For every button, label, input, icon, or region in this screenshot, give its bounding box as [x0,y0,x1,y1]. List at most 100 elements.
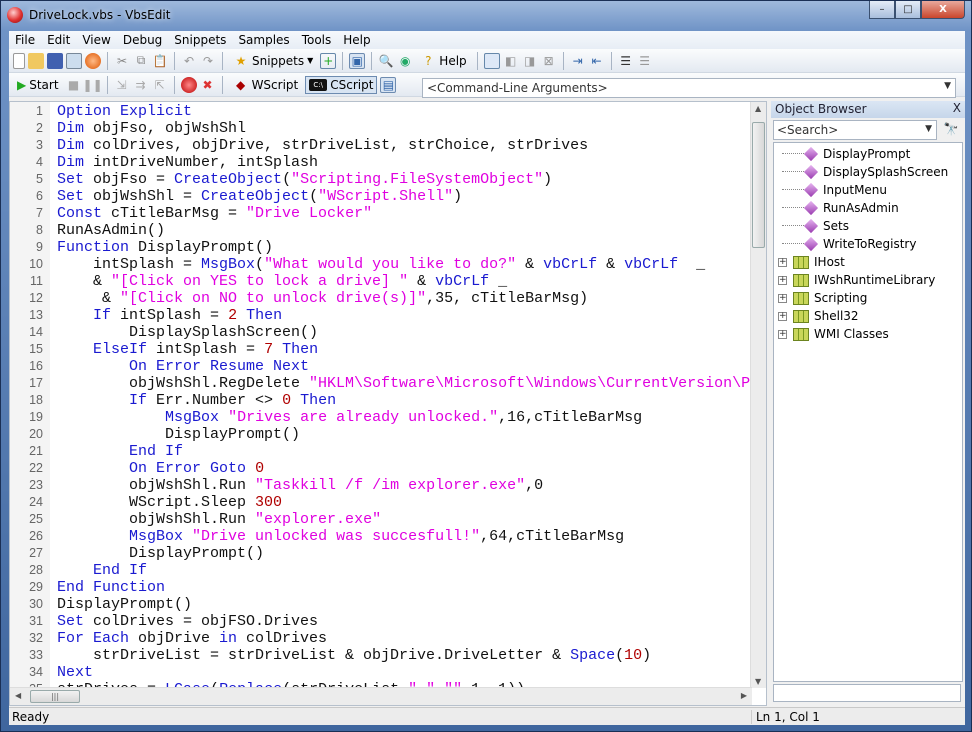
menu-file[interactable]: File [9,33,41,47]
minimize-button[interactable]: – [869,1,895,19]
expand-icon[interactable]: + [778,329,787,339]
code-line[interactable]: 34 Next [10,664,752,681]
code-line[interactable]: 15 ElseIf intSplash = 7 Then [10,341,752,358]
expand-icon[interactable]: + [778,257,787,267]
add-snippet-icon[interactable]: + [320,52,337,69]
code-line[interactable]: 11 & "[Click on YES to lock a drive] " &… [10,273,752,290]
scroll-left-icon[interactable]: ◀ [15,691,21,700]
start-button[interactable]: ▶ Start [13,76,63,94]
vertical-scrollbar[interactable]: ▲ ▼ [750,102,766,688]
code-line[interactable]: 13 If intSplash = 2 Then [10,307,752,324]
redo-icon[interactable]: ↷ [200,53,216,69]
tree-item-method[interactable]: DisplayPrompt [774,145,962,163]
expand-icon[interactable]: + [778,293,787,303]
code-line[interactable]: 29 End Function [10,579,752,596]
expand-icon[interactable]: + [778,311,787,321]
breakpoint-icon[interactable] [180,76,197,93]
binoculars-icon[interactable]: 🔭 [943,121,959,137]
save-icon[interactable] [47,52,63,69]
code-line[interactable]: 5 Set objFso = CreateObject("Scripting.Fi… [10,171,752,188]
stop-icon[interactable]: ■ [66,77,82,93]
vertical-scroll-thumb[interactable] [752,122,765,248]
menu-view[interactable]: View [76,33,116,47]
code-line[interactable]: 1 Option Explicit [10,103,752,120]
bookmark-icon[interactable] [483,52,500,69]
output-window-icon[interactable]: ▤ [380,76,397,93]
code-line[interactable]: 19 MsgBox "Drives are already unlocked."… [10,409,752,426]
tree-item-method[interactable]: WriteToRegistry [774,235,962,253]
command-line-arguments-input[interactable]: <Command-Line Arguments> ▼ [422,78,956,98]
cscript-button[interactable]: C:\ CScript [305,75,378,94]
code-area[interactable]: 1 Option Explicit 2 Dim objFso, objWshShl 3 D… [10,102,752,688]
open-folder-icon[interactable] [28,52,44,69]
code-line[interactable]: 6 Set objWshShl = CreateObject("WScript.S… [10,188,752,205]
tree-item-method[interactable]: Sets [774,217,962,235]
copy-icon[interactable]: ⧉ [133,53,149,69]
code-line[interactable]: 2 Dim objFso, objWshShl [10,120,752,137]
menu-snippets[interactable]: Snippets [168,33,232,47]
tree-item-method[interactable]: InputMenu [774,181,962,199]
prev-bookmark-icon[interactable]: ◧ [503,53,519,69]
code-line[interactable]: 8 RunAsAdmin() [10,222,752,239]
scroll-right-icon[interactable]: ▶ [741,691,747,700]
code-line[interactable]: 7 Const cTitleBarMsg = "Drive Locker" [10,205,752,222]
comment-icon[interactable]: ☰ [618,53,634,69]
toggle-view-icon[interactable]: ▣ [349,52,366,69]
scroll-up-icon[interactable]: ▲ [755,104,761,113]
code-line[interactable]: 17 objWshShl.RegDelete "HKLM\Software\Mi… [10,375,752,392]
record-icon[interactable] [85,52,101,69]
code-line[interactable]: 33 strDriveList = strDriveList & objDriv… [10,647,752,664]
code-line[interactable]: 31 Set colDrives = objFSO.Drives [10,613,752,630]
uncomment-icon[interactable]: ☰ [637,53,653,69]
code-line[interactable]: 30 DisplayPrompt() [10,596,752,613]
step-into-icon[interactable]: ⇲ [114,77,130,93]
tree-item-library[interactable]: + WMI Classes [774,325,962,343]
tree-item-library[interactable]: + IHost [774,253,962,271]
indent-icon[interactable]: ⇥ [570,53,586,69]
code-line[interactable]: 14 DisplaySplashScreen() [10,324,752,341]
code-line[interactable]: 4 Dim intDriveNumber, intSplash [10,154,752,171]
chevron-down-icon[interactable]: ▼ [944,81,951,91]
object-browser-search[interactable]: <Search> ▼ [773,120,937,140]
snippets-button[interactable]: ★ Snippets ▼ [229,51,317,71]
menu-samples[interactable]: Samples [232,33,295,47]
code-line[interactable]: 10 intSplash = MsgBox("What would you li… [10,256,752,273]
menu-edit[interactable]: Edit [41,33,76,47]
maximize-button[interactable]: □ [895,1,921,19]
chevron-down-icon[interactable]: ▼ [925,124,932,134]
code-line[interactable]: 9 Function DisplayPrompt() [10,239,752,256]
cut-icon[interactable]: ✂ [114,53,130,69]
pause-icon[interactable]: ❚❚ [83,77,103,93]
tree-item-method[interactable]: DisplaySplashScreen [774,163,962,181]
tree-item-library[interactable]: + Shell32 [774,307,962,325]
code-line[interactable]: 21 End If [10,443,752,460]
code-line[interactable]: 25 objWshShl.Run "explorer.exe" [10,511,752,528]
close-button[interactable]: X [921,1,965,19]
menu-debug[interactable]: Debug [117,33,168,47]
scroll-down-icon[interactable]: ▼ [755,677,761,686]
outdent-icon[interactable]: ⇤ [589,53,605,69]
step-over-icon[interactable]: ⇉ [133,77,149,93]
close-panel-button[interactable]: X [953,101,961,115]
find-icon[interactable]: 🔍 [378,53,394,69]
code-editor[interactable]: 1 Option Explicit 2 Dim objFso, objWshShl 3 D… [9,101,767,706]
code-line[interactable]: 16 On Error Resume Next [10,358,752,375]
undo-icon[interactable]: ↶ [181,53,197,69]
object-browser-input[interactable] [773,684,961,702]
tree-item-library[interactable]: + IWshRuntimeLibrary [774,271,962,289]
menu-tools[interactable]: Tools [296,33,338,47]
clear-breakpoints-icon[interactable]: ✖ [200,77,216,93]
calendar-icon[interactable] [66,52,82,69]
horizontal-scrollbar[interactable]: ◀ ||| ▶ [10,687,752,705]
code-line[interactable]: 3 Dim colDrives, objDrive, strDriveList, … [10,137,752,154]
wscript-button[interactable]: ◆ WScript [229,75,303,95]
code-line[interactable]: 26 MsgBox "Drive unlocked was succesfull… [10,528,752,545]
code-line[interactable]: 23 objWshShl.Run "Taskkill /f /im explor… [10,477,752,494]
code-line[interactable]: 12 & "[Click on NO to unlock drive(s)]",… [10,290,752,307]
expand-icon[interactable]: + [778,275,787,285]
help-button[interactable]: ? Help [416,51,470,71]
object-tree[interactable]: DisplayPrompt DisplaySplashScreen InputMen… [773,142,963,682]
code-line[interactable]: 20 DisplayPrompt() [10,426,752,443]
next-bookmark-icon[interactable]: ◨ [522,53,538,69]
tree-item-method[interactable]: RunAsAdmin [774,199,962,217]
